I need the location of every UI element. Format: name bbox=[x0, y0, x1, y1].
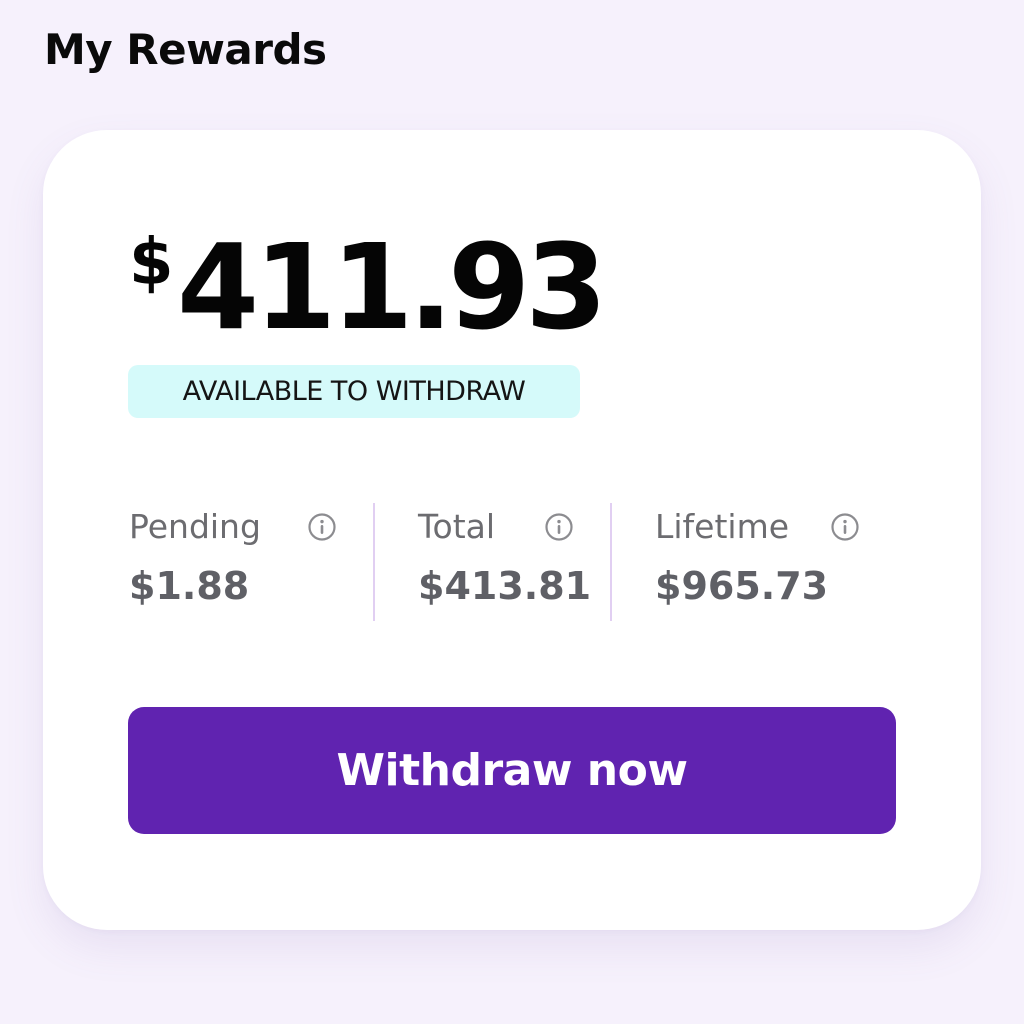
stat-total: Total $413.81 bbox=[418, 500, 608, 620]
info-icon[interactable] bbox=[307, 512, 337, 542]
balance-amount: 411.93 bbox=[177, 218, 607, 356]
stat-pending-value: $1.88 bbox=[129, 564, 250, 608]
stat-lifetime-label: Lifetime bbox=[655, 507, 790, 546]
stat-total-label: Total bbox=[418, 507, 496, 546]
rewards-card: $ 411.93 AVAILABLE TO WITHDRAW Pending $… bbox=[43, 130, 981, 930]
stat-lifetime-value: $965.73 bbox=[655, 564, 829, 608]
stat-divider bbox=[373, 503, 375, 621]
info-icon[interactable] bbox=[830, 512, 860, 542]
balance-currency-symbol: $ bbox=[129, 226, 174, 300]
withdraw-now-button[interactable]: Withdraw now bbox=[128, 707, 896, 834]
stat-pending: Pending $1.88 bbox=[129, 500, 349, 620]
info-icon[interactable] bbox=[544, 512, 574, 542]
stat-total-value: $413.81 bbox=[418, 564, 592, 608]
available-to-withdraw-badge: AVAILABLE TO WITHDRAW bbox=[128, 365, 580, 418]
page-title: My Rewards bbox=[44, 25, 327, 74]
stat-lifetime: Lifetime $965.73 bbox=[655, 500, 875, 620]
stat-pending-label: Pending bbox=[129, 507, 261, 546]
stat-divider bbox=[610, 503, 612, 621]
